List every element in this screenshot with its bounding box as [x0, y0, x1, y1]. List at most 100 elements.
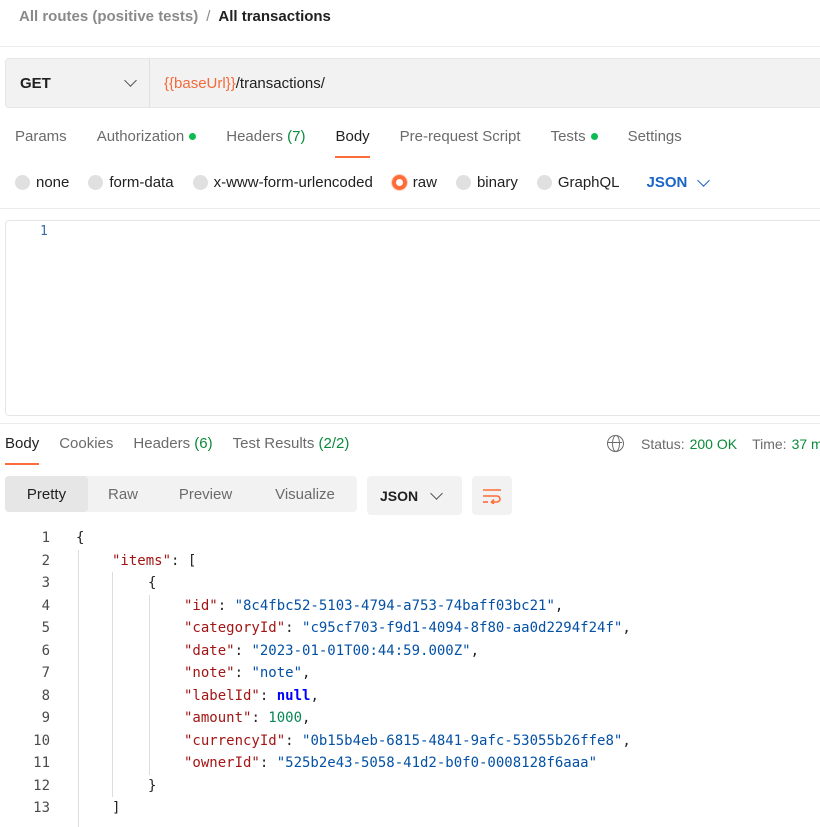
tab-headers[interactable]: Headers (7)	[226, 128, 305, 158]
view-preview[interactable]: Preview	[158, 476, 253, 512]
indent-guide	[112, 572, 113, 797]
chevron-down-icon	[430, 486, 443, 500]
tab-response-headers[interactable]: Headers (6)	[133, 435, 212, 465]
status-dot-icon	[189, 132, 197, 140]
http-method-select[interactable]: GET	[6, 59, 150, 107]
tab-label: Params	[15, 128, 67, 145]
tab-label: Body	[335, 128, 370, 145]
code-token: "currencyId"	[184, 732, 286, 749]
code-token: "c95cf703-f9d1-4094-8f80-aa0d2294f24f"	[302, 620, 623, 636]
body-type-binary[interactable]: binary	[455, 174, 518, 191]
line-number: 7	[41, 665, 50, 681]
response-divider	[0, 423, 820, 424]
line-number: 5	[41, 620, 50, 636]
code-text: {	[148, 572, 156, 595]
code-token: "0b15b4eb-6815-4841-9afc-53055b26ffe8"	[302, 732, 623, 749]
code-token: ,	[554, 597, 564, 614]
code-token: "2023-01-01T00:44:59.000Z"	[251, 642, 471, 659]
code-text: ]	[112, 797, 120, 820]
code-token: "amount"	[184, 710, 252, 726]
radio-icon	[192, 175, 208, 190]
status-value[interactable]: 200 OK	[690, 436, 737, 452]
line-number: 4	[41, 597, 50, 614]
code-token: "note"	[184, 665, 235, 681]
code-token: ,	[302, 665, 311, 681]
code-text: "currencyId": "0b15b4eb-6815-4841-9afc-5…	[184, 730, 631, 753]
request-body-editor[interactable]: 1	[5, 220, 820, 416]
code-token: "525b2e43-5058-41d2-b0f0-0008128f6aaa"	[276, 755, 598, 771]
code-token: ]	[112, 800, 121, 816]
tab-label: Pre-request Script	[399, 128, 521, 145]
line-number: 3	[41, 575, 50, 591]
code-token: "date"	[184, 642, 235, 659]
line-number: 13	[33, 800, 50, 816]
code-token: }	[148, 777, 157, 794]
code-token: 1000	[268, 710, 303, 726]
globe-icon[interactable]	[607, 435, 624, 452]
raw-format-select[interactable]: JSON	[646, 173, 711, 191]
status-dot-icon	[590, 132, 598, 140]
code-token: ,	[302, 710, 311, 726]
tab-params[interactable]: Params	[15, 128, 67, 158]
header-divider	[0, 46, 820, 47]
body-type-urlencoded[interactable]: x-www-form-urlencoded	[192, 174, 373, 191]
url-variable: {{baseUrl}}	[164, 74, 236, 92]
tab-pre-request-script[interactable]: Pre-request Script	[400, 128, 521, 158]
response-status: Status: 200 OK Time: 37 ms	[607, 435, 820, 452]
view-pretty[interactable]: Pretty	[5, 476, 88, 512]
radio-icon	[455, 175, 471, 190]
tab-response-body[interactable]: Body	[5, 435, 40, 465]
request-tabs: Params Authorization Headers (7) Body Pr…	[15, 128, 712, 158]
request-url-bar: GET {{baseUrl}}/transactions/	[5, 58, 820, 108]
url-input[interactable]: {{baseUrl}}/transactions/	[150, 75, 325, 92]
code-text: "categoryId": "c95cf703-f9d1-4094-8f80-a…	[184, 617, 631, 640]
tab-count: (7)	[287, 128, 306, 145]
tab-test-results[interactable]: Test Results (2/2)	[233, 435, 350, 465]
request-name[interactable]: All transactions	[218, 8, 331, 25]
code-text: }	[148, 775, 156, 798]
response-format-label: JSON	[380, 487, 419, 504]
body-type-form-data[interactable]: form-data	[88, 174, 174, 191]
body-type-graphql[interactable]: GraphQL	[536, 174, 620, 191]
code-token: ,	[470, 642, 480, 659]
tab-count: (2/2)	[318, 435, 350, 452]
tab-settings[interactable]: Settings	[628, 128, 682, 158]
view-raw[interactable]: Raw	[88, 476, 158, 512]
breadcrumb-separator: /	[206, 8, 211, 25]
time-label: Time:	[752, 435, 787, 452]
http-method-label: GET	[20, 74, 51, 92]
time-value[interactable]: 37 ms	[792, 436, 820, 452]
breadcrumb-parent-collection[interactable]: All routes (positive tests)	[19, 8, 198, 25]
tab-authorization[interactable]: Authorization	[97, 128, 197, 158]
code-text: "amount": 1000,	[184, 707, 310, 730]
body-type-raw[interactable]: raw	[391, 174, 437, 191]
code-token: :	[217, 597, 235, 614]
raw-format-label: JSON	[646, 174, 688, 191]
view-visualize[interactable]: Visualize	[253, 476, 357, 512]
wrap-lines-button[interactable]	[472, 476, 512, 515]
indent-guide	[149, 595, 150, 775]
code-token: :	[259, 755, 277, 771]
tab-tests[interactable]: Tests	[551, 128, 598, 158]
code-token: :	[234, 642, 252, 659]
code-token: ,	[622, 732, 631, 749]
tab-count: (6)	[194, 435, 213, 452]
radio-icon	[88, 175, 104, 190]
body-type-none[interactable]: none	[15, 174, 69, 191]
code-token: :	[259, 687, 277, 704]
code-text: "note": "note",	[184, 662, 310, 685]
tab-body[interactable]: Body	[335, 128, 370, 158]
code-text: "labelId": null,	[184, 685, 319, 708]
tab-cookies[interactable]: Cookies	[59, 435, 113, 465]
code-token: :	[234, 665, 252, 681]
url-path: /transactions/	[235, 74, 325, 92]
code-token: ,	[310, 687, 319, 704]
radio-checked-icon	[391, 175, 407, 190]
line-number: 10	[33, 732, 50, 749]
code-token: : [	[171, 552, 197, 569]
code-token: "ownerId"	[184, 755, 260, 771]
response-format-select[interactable]: JSON	[367, 476, 462, 515]
body-type-options: none form-data x-www-form-urlencoded raw…	[15, 173, 711, 191]
tab-label: Settings	[627, 128, 682, 145]
radio-label: none	[36, 174, 70, 191]
